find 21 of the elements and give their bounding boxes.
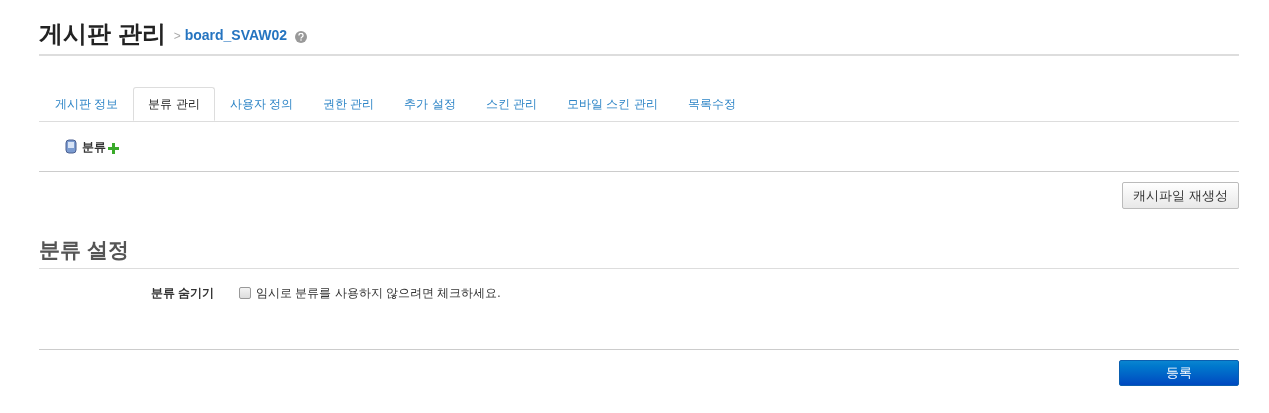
breadcrumb-separator: >: [173, 28, 181, 45]
database-icon: [65, 138, 78, 155]
help-icon[interactable]: [295, 31, 308, 43]
checkbox-label: 임시로 분류를 사용하지 않으려면 체크하세요.: [256, 285, 501, 302]
tab[interactable]: 스킨 관리: [470, 87, 553, 121]
add-icon[interactable]: [108, 142, 119, 154]
section-title: 분류 설정: [39, 236, 1239, 269]
tab[interactable]: 권한 관리: [308, 87, 390, 121]
tab[interactable]: 사용자 정의: [214, 87, 309, 121]
tab[interactable]: 게시판 정보: [40, 87, 134, 121]
checkbox[interactable]: [239, 287, 251, 299]
module-name: board_SVAW02: [184, 26, 288, 45]
tab[interactable]: 모바일 스킨 관리: [552, 87, 673, 121]
submit-button[interactable]: 등록: [1119, 360, 1239, 386]
field-label: 분류 숨기기: [151, 285, 216, 302]
page-title: 게시판 관리: [39, 19, 166, 49]
tab[interactable]: 목록수정: [672, 87, 751, 121]
tab[interactable]: 추가 설정: [389, 87, 471, 121]
tab[interactable]: 분류 관리: [133, 87, 215, 121]
category-label[interactable]: 분류: [82, 137, 106, 156]
regenerate-cache-button[interactable]: 캐시파일 재생성: [1122, 182, 1239, 209]
